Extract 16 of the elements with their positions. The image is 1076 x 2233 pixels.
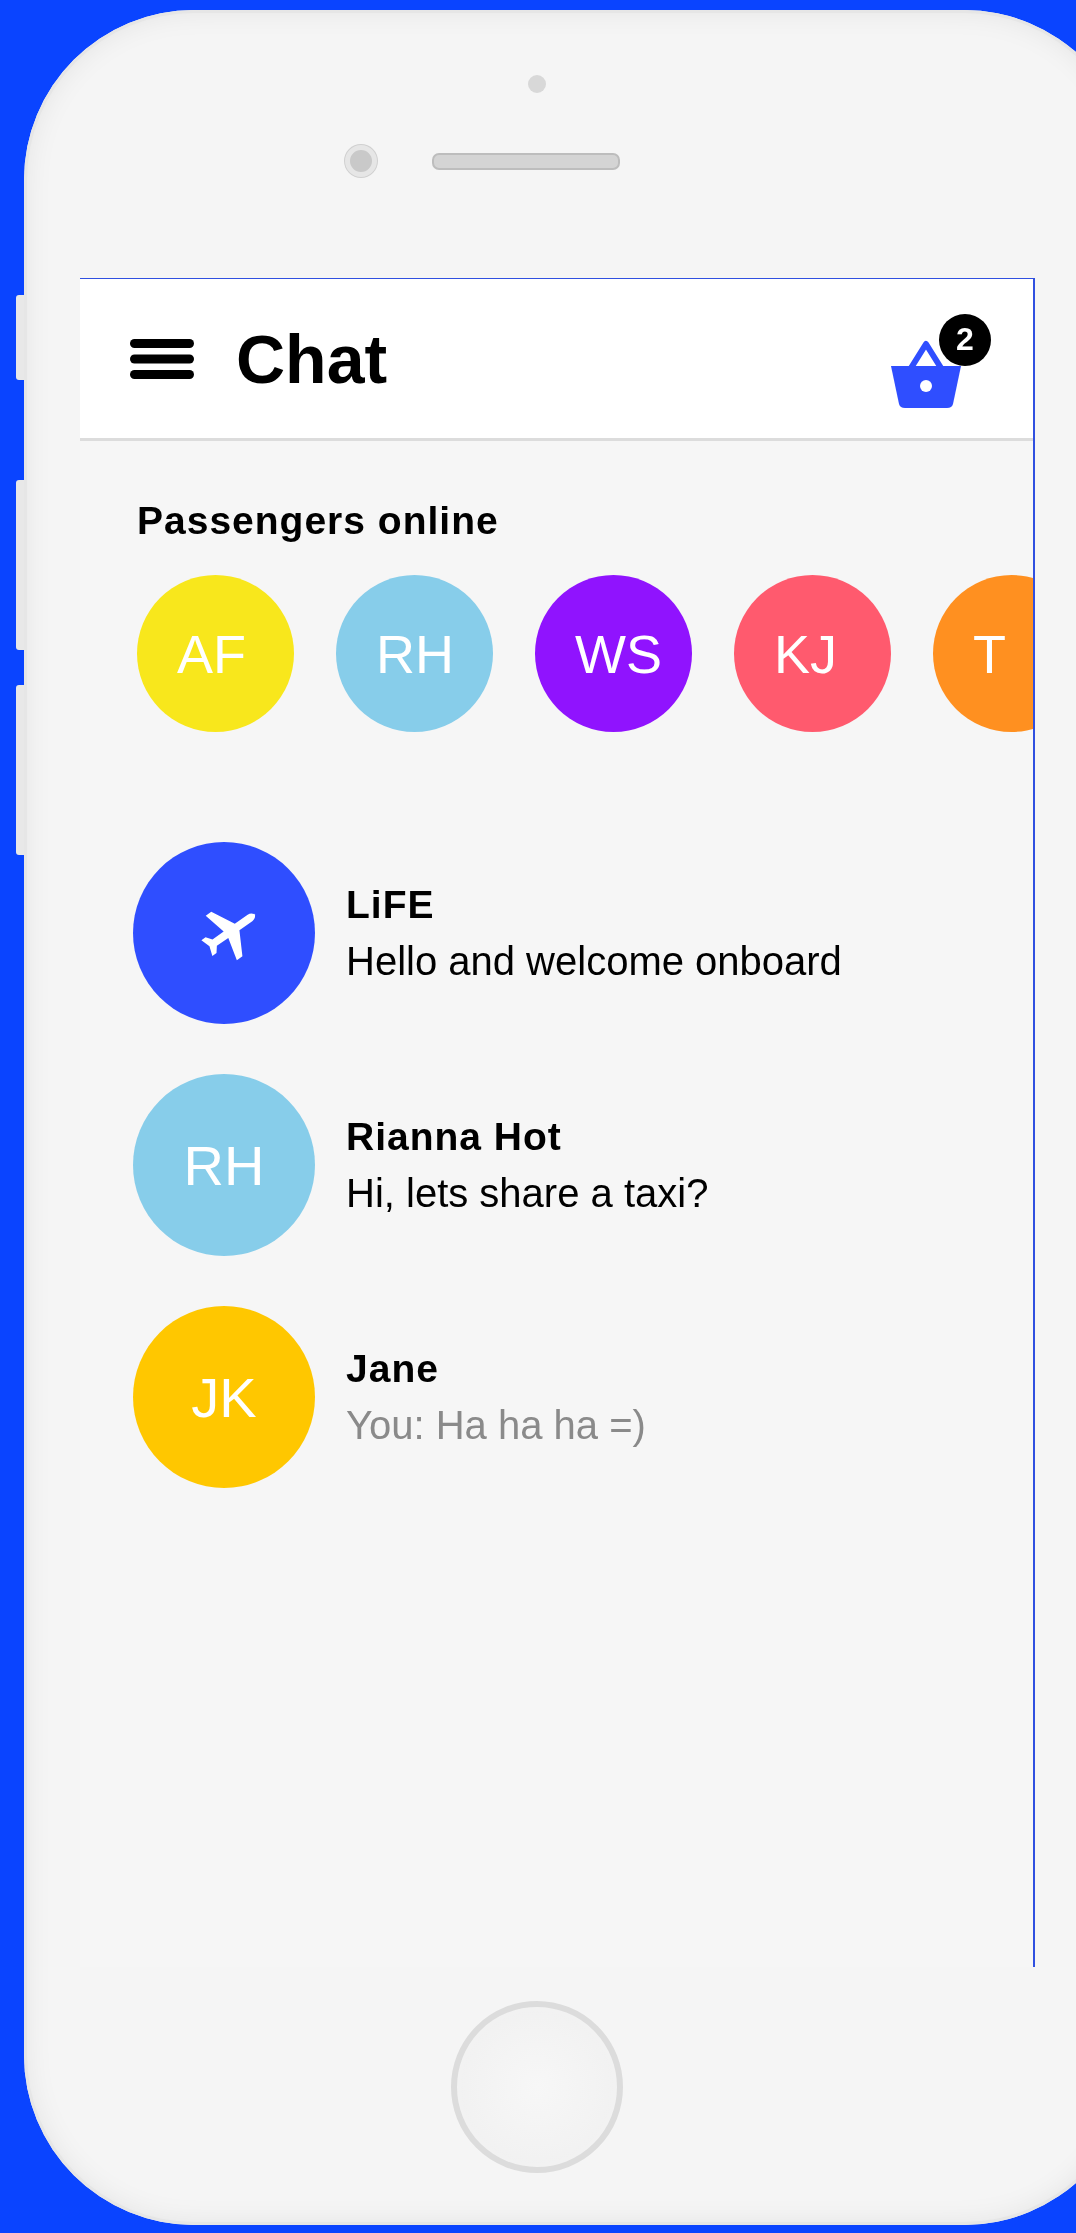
section-title: Passengers online [137, 499, 500, 543]
chat-name[interactable]: Jane [346, 1346, 646, 1391]
chat-message: Hello and welcome onboard [346, 938, 842, 984]
passenger-avatar[interactable]: WS [535, 575, 692, 732]
sensor-dot [528, 75, 546, 93]
chat-message: Hi, lets share a taxi? [346, 1170, 709, 1216]
menu-icon[interactable] [130, 336, 194, 381]
chat-message: You: Ha ha ha =) [346, 1402, 646, 1448]
cart-count-badge: 2 [939, 313, 991, 366]
passenger-avatar[interactable]: KJ [734, 575, 891, 732]
camera-icon [344, 145, 377, 177]
screen-title: Chat [236, 319, 388, 398]
chat-name[interactable]: Rianna Hot [346, 1114, 709, 1159]
chat-avatar: JK [133, 1306, 315, 1488]
chat-name[interactable]: LiFE [346, 882, 842, 927]
chat-avatar: RH [133, 1074, 315, 1256]
